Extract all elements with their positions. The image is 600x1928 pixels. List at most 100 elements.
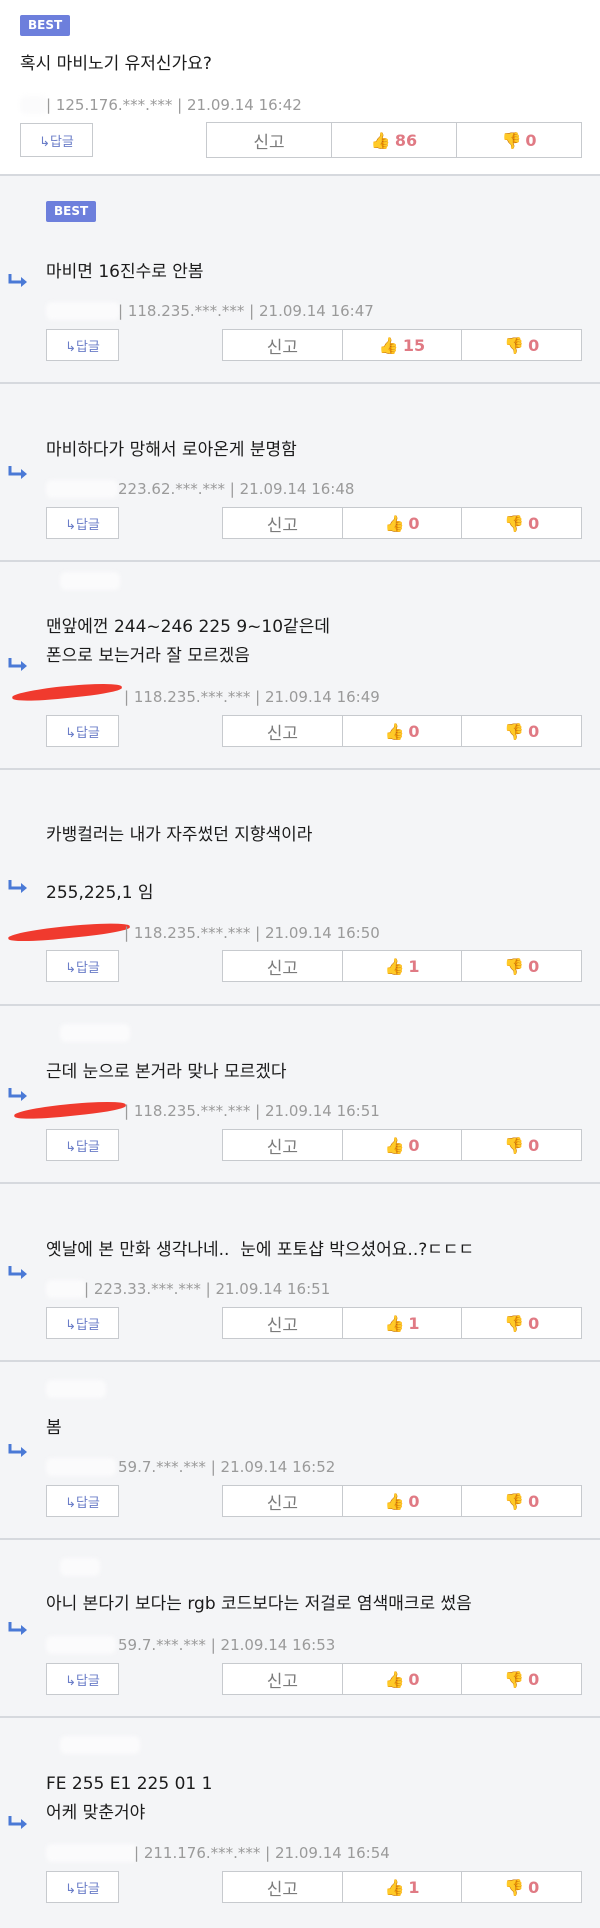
reply-comment-card: 맨앞에껀 244~246 225 9~10같은데 폰으로 보는거라 잘 모르겠음… bbox=[0, 562, 600, 770]
comment-meta: | 125.176.***.*** | 21.09.14 16:42 bbox=[46, 96, 302, 114]
dislike-button[interactable]: 👎 0 bbox=[462, 715, 583, 747]
reply-button[interactable]: ↳답글 bbox=[46, 1307, 119, 1339]
author-name-blurred bbox=[46, 302, 120, 320]
redaction-scribble bbox=[7, 919, 131, 945]
reply-arrow-icon bbox=[8, 1816, 27, 1829]
comment-text: 마비면 16진수로 안봄 bbox=[46, 262, 204, 282]
comment-card: BEST 혹시 마비노기 유저신가요? | 125.176.***.*** | … bbox=[0, 0, 600, 176]
dislike-button[interactable]: 👎 0 bbox=[462, 1485, 583, 1517]
comment-text: FE 255 E1 225 01 1 bbox=[46, 1774, 213, 1794]
comment-text: 아니 본다기 보다는 rgb 코드보다는 저걸로 염색매크로 썼음 bbox=[46, 1594, 472, 1614]
comment-text: 근데 눈으로 본거라 맞나 모르겠다 bbox=[46, 1062, 287, 1082]
vote-group: 신고 👍 0 👎 0 bbox=[222, 1485, 583, 1517]
comment-meta: 223.62.***.*** | 21.09.14 16:48 bbox=[118, 480, 355, 498]
report-button[interactable]: 신고 bbox=[222, 1871, 343, 1903]
reply-arrow-icon bbox=[8, 466, 27, 479]
reply-arrow-icon bbox=[8, 1266, 27, 1279]
reply-button[interactable]: ↳답글 bbox=[46, 715, 119, 747]
report-button[interactable]: 신고 bbox=[222, 950, 343, 982]
like-button[interactable]: 👍 1 bbox=[342, 1307, 463, 1339]
reply-button[interactable]: ↳답글 bbox=[46, 1129, 119, 1161]
report-button[interactable]: 신고 bbox=[222, 1663, 343, 1695]
like-button[interactable]: 👍 0 bbox=[342, 507, 463, 539]
comment-meta: 59.7.***.*** | 21.09.14 16:52 bbox=[118, 1458, 336, 1476]
reply-comment-card: FE 255 E1 225 01 1 어케 맞춘거야 | 211.176.***… bbox=[0, 1718, 600, 1928]
report-button[interactable]: 신고 bbox=[222, 329, 343, 361]
reply-arrow-icon bbox=[8, 658, 27, 671]
vote-group: 신고 👍 0 👎 0 bbox=[222, 1129, 583, 1161]
reply-comment-card: 마비하다가 망해서 로아온게 분명함 223.62.***.*** | 21.0… bbox=[0, 384, 600, 562]
reply-button[interactable]: ↳답글 bbox=[46, 1663, 119, 1695]
dislike-button[interactable]: 👎 0 bbox=[457, 122, 582, 158]
report-button[interactable]: 신고 bbox=[222, 1129, 343, 1161]
report-button[interactable]: 신고 bbox=[222, 507, 343, 539]
reply-arrow-icon bbox=[8, 1088, 27, 1101]
vote-group: 신고 👍 0 👎 0 bbox=[222, 715, 583, 747]
comment-meta: | 211.176.***.*** | 21.09.14 16:54 bbox=[134, 1844, 390, 1862]
redaction-scribble bbox=[13, 1098, 127, 1122]
vote-group: 신고 👍 0 👎 0 bbox=[222, 1663, 583, 1695]
reply-button[interactable]: ↳답글 bbox=[46, 507, 119, 539]
reply-button[interactable]: ↳답글 bbox=[20, 123, 93, 157]
thumbs-down-icon: 👎 bbox=[501, 130, 522, 150]
dislike-button[interactable]: 👎 0 bbox=[462, 950, 583, 982]
thumbs-up-icon: 👍 bbox=[384, 513, 405, 533]
report-button[interactable]: 신고 bbox=[222, 715, 343, 747]
dislike-button[interactable]: 👎 0 bbox=[462, 507, 583, 539]
thumbs-down-icon: 👎 bbox=[504, 1669, 525, 1689]
comment-meta: | 118.235.***.*** | 21.09.14 16:47 bbox=[118, 302, 374, 320]
report-button[interactable]: 신고 bbox=[206, 122, 332, 158]
comment-text: 옛날에 본 만화 생각나네.. 눈에 포토샵 박으셨어요..?ㄷㄷㄷ bbox=[46, 1240, 475, 1260]
thumbs-up-icon: 👍 bbox=[384, 956, 405, 976]
vote-group: 신고 👍 0 👎 0 bbox=[222, 507, 583, 539]
reply-arrow-icon bbox=[8, 1622, 27, 1635]
like-button[interactable]: 👍 1 bbox=[342, 1871, 463, 1903]
reply-button[interactable]: ↳답글 bbox=[46, 950, 119, 982]
like-button[interactable]: 👍 86 bbox=[332, 122, 457, 158]
reply-button[interactable]: ↳답글 bbox=[46, 1485, 119, 1517]
comment-text: 맨앞에껀 244~246 225 9~10같은데 bbox=[46, 617, 330, 637]
thumbs-up-icon: 👍 bbox=[384, 721, 405, 741]
dislike-button[interactable]: 👎 0 bbox=[462, 1307, 583, 1339]
reply-comment-card: 근데 눈으로 본거라 맞나 모르겠다 | 118.235.***.*** | 2… bbox=[0, 1006, 600, 1184]
vote-group: 신고 👍 15 👎 0 bbox=[222, 329, 583, 361]
author-name-blurred bbox=[46, 480, 118, 498]
like-button[interactable]: 👍 0 bbox=[342, 1129, 463, 1161]
comment-text: 혹시 마비노기 유저신가요? bbox=[20, 54, 212, 74]
comment-text: 어케 맞춘거야 bbox=[46, 1803, 146, 1823]
comment-meta: | 118.235.***.*** | 21.09.14 16:50 bbox=[124, 924, 380, 942]
reply-button[interactable]: ↳답글 bbox=[46, 329, 119, 361]
reply-comment-card: BEST 마비면 16진수로 안봄 | 118.235.***.*** | 21… bbox=[0, 176, 600, 384]
vote-group: 신고 👍 1 👎 0 bbox=[222, 950, 583, 982]
dislike-button[interactable]: 👎 0 bbox=[462, 1663, 583, 1695]
thumbs-down-icon: 👎 bbox=[504, 721, 525, 741]
reply-arrow-icon bbox=[8, 880, 27, 893]
like-button[interactable]: 👍 0 bbox=[342, 1663, 463, 1695]
thumbs-up-icon: 👍 bbox=[384, 1877, 405, 1897]
report-button[interactable]: 신고 bbox=[222, 1307, 343, 1339]
like-button[interactable]: 👍 0 bbox=[342, 715, 463, 747]
thumbs-down-icon: 👎 bbox=[504, 1491, 525, 1511]
author-avatar-blurred bbox=[60, 1024, 130, 1042]
vote-group: 신고 👍 1 👎 0 bbox=[222, 1871, 583, 1903]
comment-text: 카뱅컬러는 내가 자주썼던 지향색이라 bbox=[46, 825, 313, 845]
like-button[interactable]: 👍 15 bbox=[342, 329, 463, 361]
comment-text: 마비하다가 망해서 로아온게 분명함 bbox=[46, 440, 297, 460]
redaction-scribble bbox=[11, 680, 123, 704]
thumbs-down-icon: 👎 bbox=[504, 956, 525, 976]
reply-comment-card: 옛날에 본 만화 생각나네.. 눈에 포토샵 박으셨어요..?ㄷㄷㄷ | 223… bbox=[0, 1184, 600, 1362]
author-avatar-blurred bbox=[60, 1736, 140, 1754]
dislike-button[interactable]: 👎 0 bbox=[462, 1871, 583, 1903]
dislike-button[interactable]: 👎 0 bbox=[462, 329, 583, 361]
reply-arrow-icon bbox=[8, 274, 27, 287]
reply-button[interactable]: ↳답글 bbox=[46, 1871, 119, 1903]
like-button[interactable]: 👍 0 bbox=[342, 1485, 463, 1517]
comment-meta: | 118.235.***.*** | 21.09.14 16:49 bbox=[124, 688, 380, 706]
like-button[interactable]: 👍 1 bbox=[342, 950, 463, 982]
reply-comment-card: 카뱅컬러는 내가 자주썼던 지향색이라 255,225,1 임 | 118.23… bbox=[0, 770, 600, 1006]
dislike-button[interactable]: 👎 0 bbox=[462, 1129, 583, 1161]
author-name-blurred bbox=[46, 1844, 138, 1862]
report-button[interactable]: 신고 bbox=[222, 1485, 343, 1517]
best-badge: BEST bbox=[46, 201, 97, 222]
reply-comment-card: 아니 본다기 보다는 rgb 코드보다는 저걸로 염색매크로 썼음 59.7.*… bbox=[0, 1540, 600, 1718]
